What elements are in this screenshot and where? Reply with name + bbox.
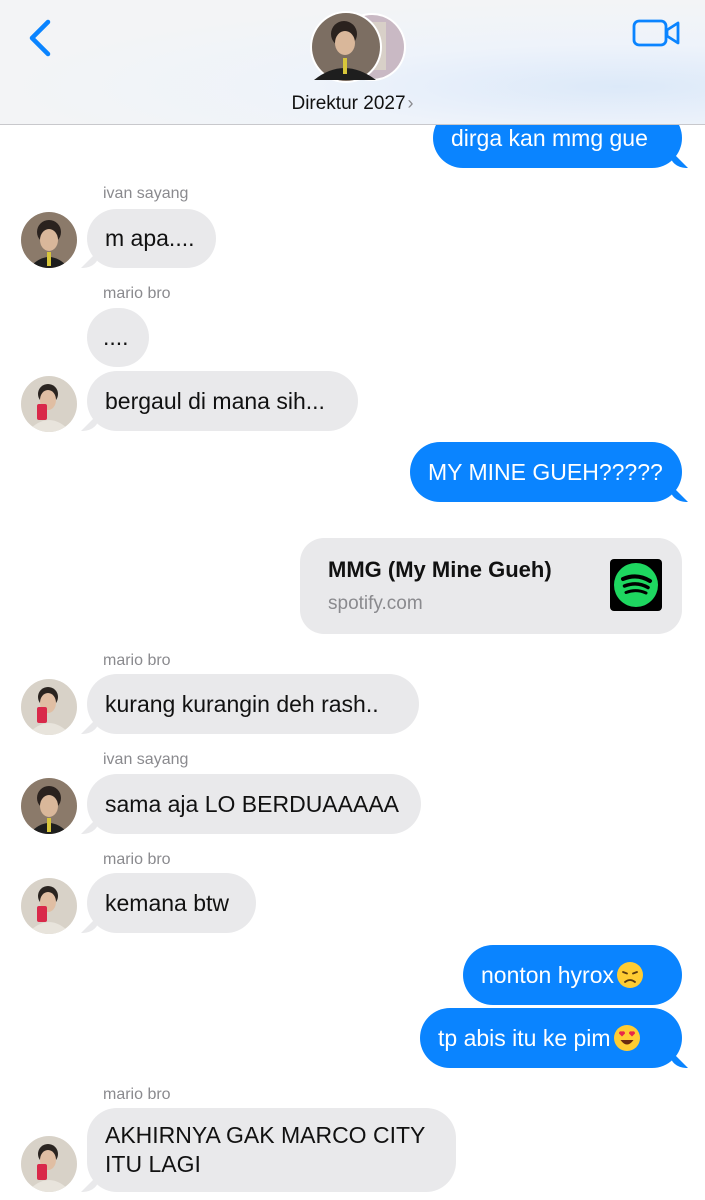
message-bubble-outgoing[interactable]: nonton hyrox	[463, 945, 682, 1005]
message-bubble-incoming[interactable]: kemana btw	[87, 873, 256, 933]
message-text: kemana btw	[105, 889, 230, 916]
sender-name: mario bro	[103, 851, 171, 868]
disappointed-face-emoji	[616, 961, 644, 989]
chevron-right-icon: ›	[407, 93, 414, 113]
conversation-title[interactable]: Direktur 2027 ›	[0, 93, 705, 115]
message-bubble-incoming[interactable]: bergaul di mana sih...	[87, 371, 358, 431]
message-text: kurang kurangin deh rash..	[105, 690, 379, 717]
chevron-left-icon	[29, 19, 51, 57]
message-list: dirga kan mmg gue ivan sayang m apa.... …	[0, 0, 705, 1200]
message-text: m apa....	[105, 225, 195, 251]
avatar-mario[interactable]	[21, 679, 77, 735]
heart-eyes-face-emoji	[613, 1024, 641, 1052]
message-bubble-incoming[interactable]: AKHIRNYA GAK MARCO CITY ITU LAGI	[87, 1108, 456, 1192]
conversation-header: Direktur 2027 ›	[0, 0, 705, 125]
message-text: tp abis itu ke pim	[438, 1024, 611, 1051]
sender-name: mario bro	[103, 1086, 171, 1103]
spotify-icon	[610, 559, 662, 611]
message-bubble-outgoing[interactable]: tp abis itu ke pim	[420, 1008, 682, 1068]
message-bubble-incoming[interactable]: m apa....	[87, 209, 216, 268]
message-text: nonton hyrox	[481, 961, 614, 988]
sender-name: mario bro	[103, 652, 171, 669]
message-bubble-incoming[interactable]: sama aja LO BERDUAAAAA	[87, 774, 421, 834]
avatar-mario[interactable]	[21, 1136, 77, 1192]
link-domain: spotify.com	[328, 593, 423, 614]
group-name: Direktur 2027	[291, 93, 406, 114]
message-bubble-incoming[interactable]: ....	[87, 308, 149, 367]
video-camera-icon	[632, 19, 680, 47]
link-preview-card[interactable]: MMG (My Mine Gueh) spotify.com	[300, 538, 682, 634]
message-text: dirga kan mmg gue	[451, 124, 648, 151]
sender-name: ivan sayang	[103, 751, 189, 768]
group-avatar[interactable]	[298, 10, 410, 86]
avatar-ivan[interactable]	[21, 778, 77, 834]
sender-name: ivan sayang	[103, 185, 189, 202]
back-button[interactable]	[22, 14, 62, 64]
message-bubble-incoming[interactable]: kurang kurangin deh rash..	[87, 674, 419, 734]
sender-name: mario bro	[103, 285, 171, 302]
message-text: bergaul di mana sih...	[105, 387, 325, 414]
message-bubble-outgoing[interactable]: MY MINE GUEH?????	[410, 442, 682, 502]
message-text: AKHIRNYA GAK MARCO CITY ITU LAGI	[105, 1122, 425, 1177]
message-text: MY MINE GUEH?????	[428, 458, 663, 485]
video-call-button[interactable]	[632, 16, 682, 50]
avatar-ivan[interactable]	[21, 212, 77, 268]
message-text: ....	[103, 324, 129, 350]
avatar-mario[interactable]	[21, 376, 77, 432]
link-title: MMG (My Mine Gueh)	[328, 557, 552, 582]
message-text: sama aja LO BERDUAAAAA	[105, 790, 400, 817]
avatar-mario[interactable]	[21, 878, 77, 934]
